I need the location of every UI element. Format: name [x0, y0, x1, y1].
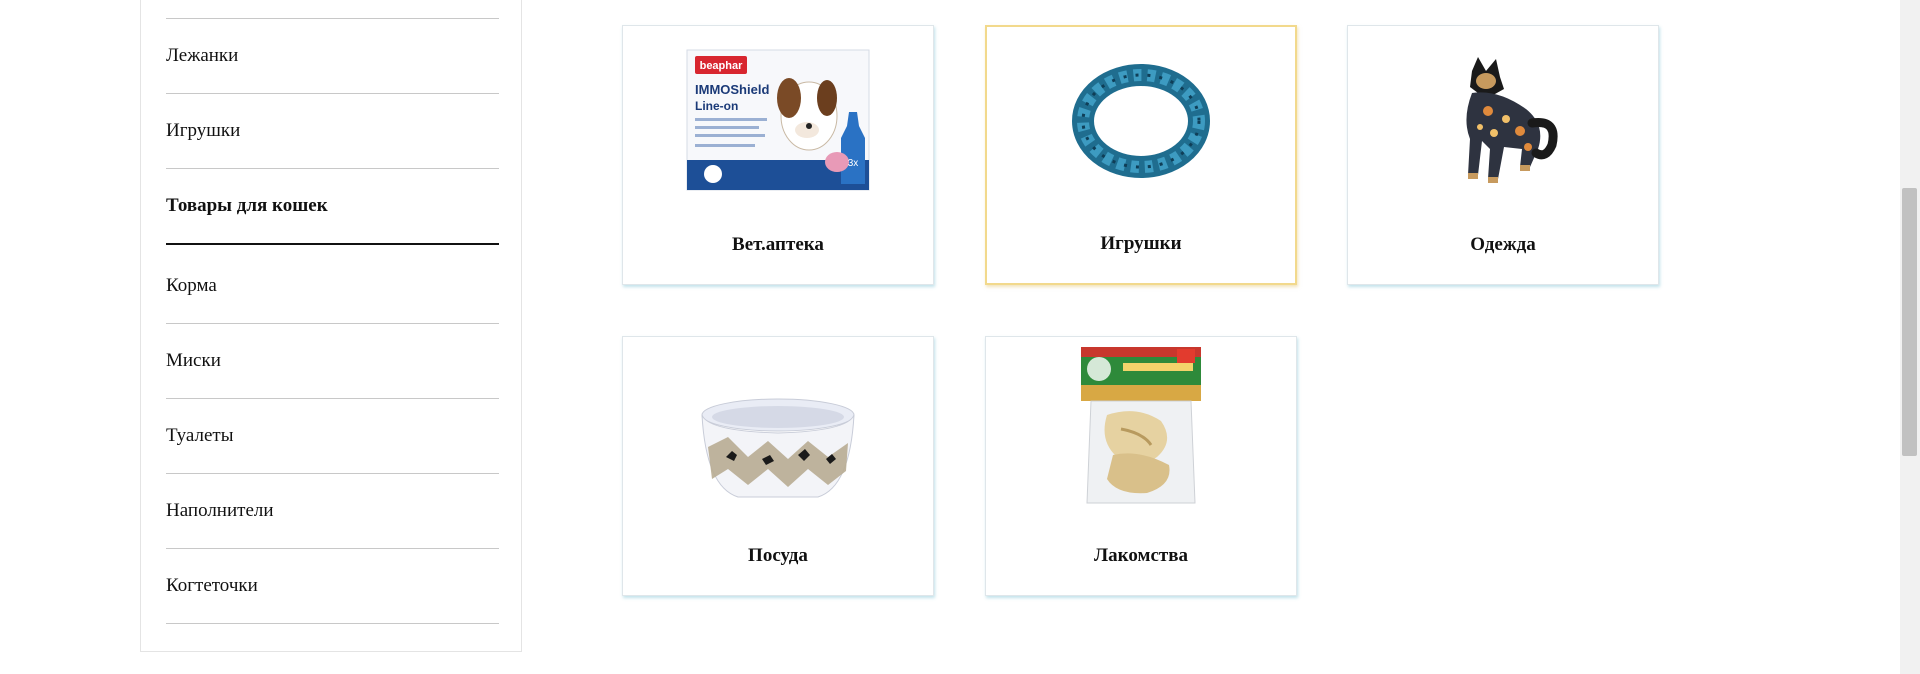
sidebar-item-fillers[interactable]: Наполнители [166, 474, 499, 549]
category-card-treats[interactable]: Лакомства [985, 336, 1297, 596]
package-line2: Line-on [695, 99, 738, 113]
category-card-clothing[interactable]: Одежда [1347, 25, 1659, 285]
sidebar-item-beds[interactable]: Лежанки [166, 19, 499, 94]
rope-ring-toy-icon [1061, 45, 1221, 195]
dog-clothing-icon [1423, 44, 1583, 194]
sidebar-item-food[interactable]: Корма [166, 249, 499, 324]
treats-bag-icon [1076, 345, 1206, 511]
sidebar-item-scratchers[interactable]: Когтеточки [166, 549, 499, 624]
category-card-toys[interactable]: Игрушки [985, 25, 1297, 285]
sidebar-item-toys[interactable]: Игрушки [166, 94, 499, 169]
dog-bowl-icon [698, 377, 858, 527]
category-card-title: Посуда [748, 545, 808, 566]
package-brand: beaphar [700, 60, 744, 72]
category-card-title: Игрушки [1100, 233, 1182, 254]
sidebar-item-bowls[interactable]: Миски [166, 324, 499, 399]
package-line1: IMMOShield [695, 82, 769, 97]
category-card-vet-pharmacy[interactable]: beaphar IMMOShield Line-on 3x Вет.аптека [622, 25, 934, 285]
package-dose: 3x [848, 158, 859, 169]
sidebar-item-cat-goods[interactable]: Товары для кошек [166, 169, 499, 245]
category-card-title: Лакомства [1094, 545, 1188, 566]
scrollbar-thumb[interactable] [1902, 188, 1917, 456]
category-sidebar: Лежанки Игрушки Товары для кошек Корма М… [140, 0, 522, 652]
sidebar-item-litter-boxes[interactable]: Туалеты [166, 399, 499, 474]
category-card-title: Вет.аптека [732, 234, 824, 255]
vet-pharmacy-product-icon: beaphar IMMOShield Line-on 3x [683, 44, 873, 194]
page-scrollbar[interactable] [1900, 0, 1920, 674]
category-card-title: Одежда [1470, 234, 1536, 255]
category-card-dishes[interactable]: Посуда [622, 336, 934, 596]
